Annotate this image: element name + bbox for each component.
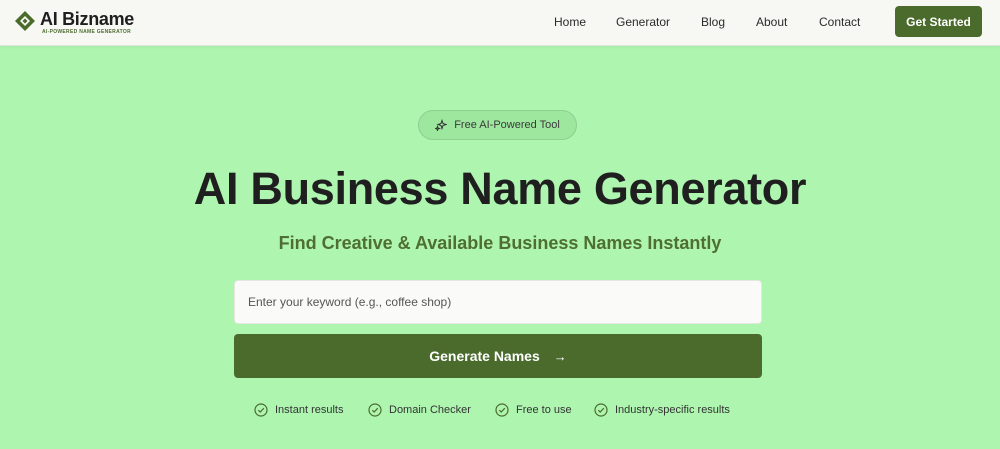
check-circle-icon: [594, 403, 608, 417]
site-header: AI Bizname AI-POWERED NAME GENERATOR Hom…: [0, 0, 1000, 46]
check-circle-icon: [368, 403, 382, 417]
feature-list: Instant results Domain Checker Free to u…: [0, 402, 1000, 420]
keyword-input[interactable]: [234, 280, 762, 324]
check-circle-icon: [495, 403, 509, 417]
arrow-right-icon: →: [553, 348, 567, 364]
feature-label: Instant results: [275, 404, 344, 416]
main-nav: Home Generator Blog About Contact: [0, 0, 1000, 44]
check-circle-icon: [254, 403, 268, 417]
sparkles-icon: [435, 119, 448, 131]
feature-item: Domain Checker: [368, 402, 471, 418]
feature-item: Industry-specific results: [594, 402, 730, 418]
nav-home[interactable]: Home: [554, 15, 586, 29]
badge-label: Free AI-Powered Tool: [454, 119, 560, 131]
nav-generator[interactable]: Generator: [616, 15, 670, 29]
nav-contact[interactable]: Contact: [819, 15, 860, 29]
page-title: AI Business Name Generator: [193, 163, 807, 214]
generate-names-button[interactable]: Generate Names →: [234, 334, 762, 378]
feature-label: Domain Checker: [389, 404, 471, 416]
feature-label: Free to use: [516, 404, 572, 416]
get-started-button[interactable]: Get Started: [895, 6, 982, 37]
page-subtitle: Find Creative & Available Business Names…: [278, 233, 722, 253]
nav-blog[interactable]: Blog: [701, 15, 725, 29]
feature-label: Industry-specific results: [615, 404, 730, 416]
feature-item: Free to use: [495, 402, 572, 418]
feature-item: Instant results: [254, 402, 343, 418]
generate-label: Generate Names: [429, 348, 540, 364]
nav-about[interactable]: About: [756, 15, 787, 29]
free-tool-badge: Free AI-Powered Tool: [418, 110, 577, 140]
